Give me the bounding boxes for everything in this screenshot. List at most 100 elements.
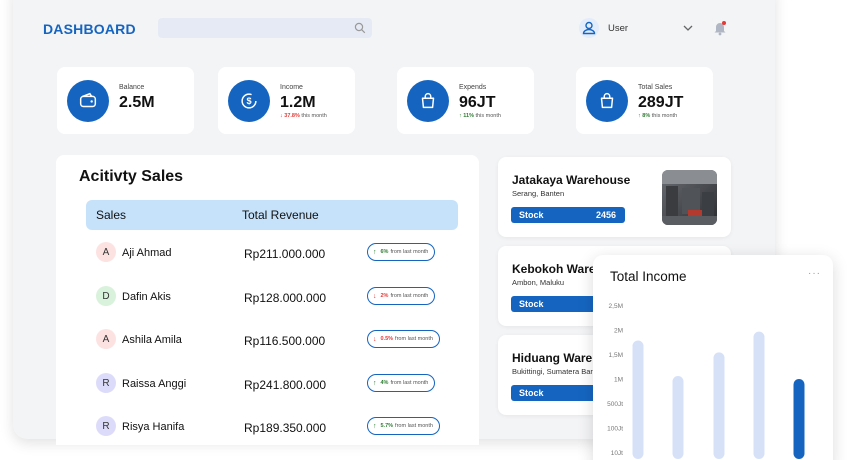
stat-change: ↑ 11% this month [459, 113, 501, 119]
trend-pct: 2% [380, 293, 389, 299]
stat-change-text: this month [651, 113, 678, 119]
stat-value: 1.2M [280, 94, 316, 111]
stat-label: Balance [119, 84, 145, 91]
y-tick-label: 1M [614, 377, 623, 384]
svg-text:$: $ [246, 96, 251, 106]
stock-value: 2456 [595, 210, 616, 220]
income-bar[interactable] [672, 376, 684, 459]
trend-pct: 0.5% [380, 336, 394, 342]
stat-change: ↓ 37.8% this month [280, 113, 327, 119]
sales-name: Ashila Amila [122, 334, 182, 346]
warehouse-card[interactable]: Jatakaya Warehouse Serang, Banten Stock … [498, 157, 731, 237]
stat-change-pct: 11% [463, 113, 474, 119]
warehouse-photo [662, 170, 717, 225]
y-tick-label: 500Jt [607, 401, 623, 408]
stat-change: ↑ 8% this month [638, 113, 677, 119]
table-header: Sales Total Revenue [86, 200, 458, 230]
revenue-value: Rp189.350.000 [244, 421, 327, 435]
canvas: DASHBOARD User Balance 2.5M $ Income 1.2… [0, 0, 847, 460]
warehouse-location: Ambon, Maluku [512, 278, 565, 287]
income-bar[interactable] [713, 352, 725, 459]
shopping-bag-icon [586, 80, 628, 122]
warehouse-location: Bukittingi, Sumatera Barat [512, 367, 600, 376]
table-row[interactable]: D Dafin Akis Rp128.000.000 ↓ 2% from last mon… [86, 284, 458, 310]
trend-text: from last month [395, 423, 433, 429]
stat-label: Income [280, 84, 303, 91]
revenue-value: Rp128.000.000 [244, 291, 327, 305]
arrow-down-icon: ↓ [373, 292, 377, 300]
stock-label: Stock [519, 210, 544, 220]
stat-card-balance: Balance 2.5M [57, 67, 194, 134]
revenue-value: Rp211.000.000 [244, 247, 326, 261]
table-row[interactable]: R Raissa Anggi Rp241.800.000 ↑ 4% from last m… [86, 371, 458, 397]
income-bar[interactable] [753, 331, 765, 459]
y-tick-label: 100Jt [607, 426, 623, 433]
stat-card-expends: Expends 96JT ↑ 11% this month [397, 67, 534, 134]
arrow-down-icon: ↓ [280, 113, 283, 119]
shopping-bag-icon [407, 80, 449, 122]
user-name[interactable]: User [608, 23, 628, 34]
income-bar[interactable] [793, 379, 805, 459]
stat-change-text: this month [475, 113, 501, 119]
user-avatar[interactable] [579, 18, 599, 38]
trend-badge: ↑ 6% from last month [367, 243, 436, 261]
y-tick-label: 10Jt [611, 450, 623, 457]
income-bar[interactable] [632, 340, 644, 459]
sales-name: Aji Ahmad [122, 247, 172, 259]
trend-pct: 4% [380, 380, 389, 386]
chevron-down-icon[interactable] [682, 23, 694, 33]
avatar: R [96, 373, 116, 393]
column-header-revenue: Total Revenue [242, 208, 319, 222]
stat-card-total-sales: Total Sales 289JT ↑ 8% this month [576, 67, 713, 134]
avatar: D [96, 286, 116, 306]
notification-dot [722, 21, 726, 25]
dollar-refresh-icon: $ [228, 80, 270, 122]
brand-title: DASHBOARD [43, 21, 136, 37]
warehouse-name: Jatakaya Warehouse [512, 173, 631, 187]
activity-title: Acitivty Sales [79, 168, 184, 185]
stat-value: 96JT [459, 94, 496, 111]
wallet-icon [67, 80, 109, 122]
trend-text: from last month [390, 249, 429, 255]
avatar: R [96, 416, 116, 436]
stat-label: Expends [459, 84, 487, 91]
user-icon [582, 21, 596, 35]
avatar: A [96, 242, 116, 262]
arrow-up-icon: ↑ [373, 248, 377, 256]
stat-value: 2.5M [119, 94, 155, 111]
total-income-card: Total Income ··· 2,5M 2M 1,5M 1M 500Jt 100Jt 1… [593, 255, 833, 460]
sales-name: Raissa Anggi [122, 378, 187, 390]
table-row[interactable]: A Aji Ahmad Rp211.000.000 ↑ 6% from last mont… [86, 240, 458, 266]
trend-badge: ↑ 5.7% from last month [367, 417, 440, 435]
search-input[interactable] [158, 18, 372, 38]
warehouse-location: Serang, Banten [512, 189, 565, 198]
trend-pct: 6% [380, 249, 389, 255]
trend-badge: ↓ 0.5% from last month [367, 330, 440, 348]
stock-label: Stock [519, 388, 544, 398]
stock-bar: Stock 2456 [511, 207, 625, 223]
trend-pct: 5.7% [380, 423, 394, 429]
search-icon[interactable] [354, 22, 366, 34]
y-tick-label: 1,5M [609, 352, 623, 359]
stock-label: Stock [519, 299, 544, 309]
sales-name: Dafin Akis [122, 291, 171, 303]
stat-card-income: $ Income 1.2M ↓ 37.8% this month [218, 67, 355, 134]
y-tick-label: 2M [614, 328, 623, 335]
revenue-value: Rp116.500.000 [244, 334, 326, 348]
stat-label: Total Sales [638, 84, 673, 91]
trend-text: from last month [390, 293, 429, 299]
stat-change-pct: 37.8% [284, 113, 300, 119]
arrow-up-icon: ↑ [638, 113, 641, 119]
avatar: A [96, 329, 116, 349]
stat-change-text: this month [301, 113, 327, 119]
arrow-up-icon: ↑ [373, 379, 377, 387]
trend-badge: ↑ 4% from last month [367, 374, 436, 392]
arrow-down-icon: ↓ [373, 335, 377, 343]
activity-sales-panel: Acitivty Sales Sales Total Revenue A Aji … [56, 155, 479, 445]
table-row[interactable]: A Ashila Amila Rp116.500.000 ↓ 0.5% from last… [86, 327, 458, 353]
table-row[interactable]: R Risya Hanifa Rp189.350.000 ↑ 5.7% from last… [86, 414, 458, 440]
stat-value: 289JT [638, 94, 684, 111]
income-bar-chart: 2,5M 2M 1,5M 1M 500Jt 100Jt 10Jt [607, 303, 805, 459]
revenue-value: Rp241.800.000 [244, 378, 327, 392]
column-header-sales: Sales [96, 208, 127, 222]
